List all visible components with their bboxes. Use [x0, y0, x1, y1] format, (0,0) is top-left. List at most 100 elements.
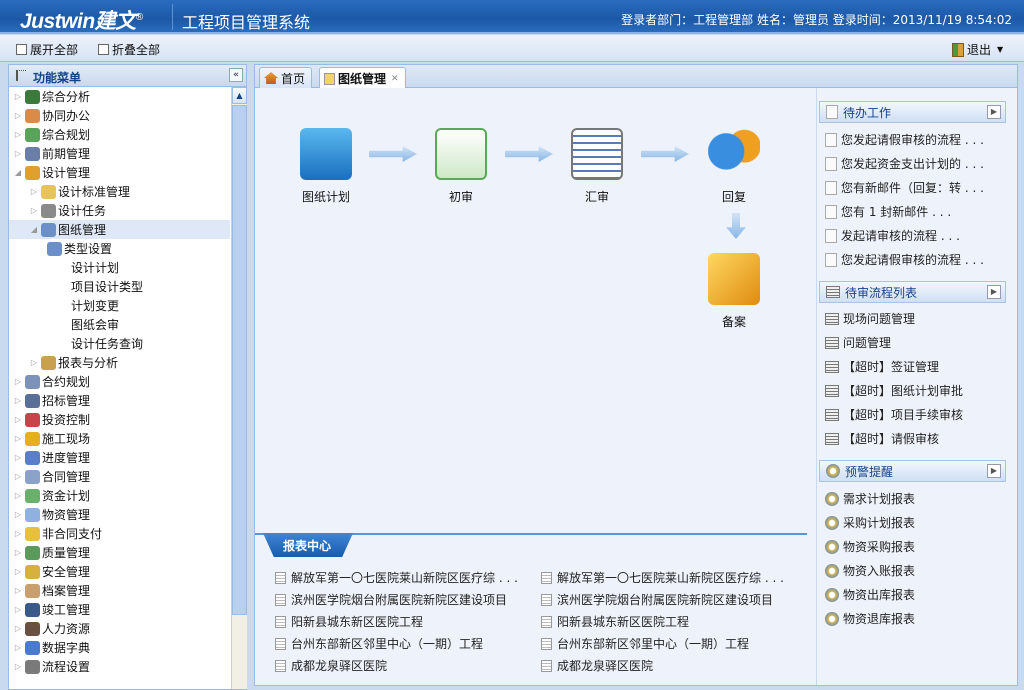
menu-item[interactable]: ▷设计标准管理: [9, 182, 230, 201]
menu-item[interactable]: ▷综合分析: [9, 87, 230, 106]
report-center-tab[interactable]: 报表中心: [263, 533, 353, 557]
menu-item[interactable]: ▷资金计划: [9, 486, 230, 505]
collapse-arrow-icon[interactable]: ◢: [13, 168, 23, 177]
flow-node-drawing-plan[interactable]: 图纸计划: [286, 128, 366, 205]
todo-item[interactable]: 您发起请假审核的流程 . . .: [825, 131, 984, 148]
report-link[interactable]: 阳新县城东新区医院工程: [541, 613, 689, 630]
alerts-item[interactable]: 需求计划报表: [825, 490, 915, 507]
logout-button[interactable]: 退出▼: [952, 41, 1003, 58]
menu-item[interactable]: 项目设计类型: [9, 277, 230, 296]
menu-item[interactable]: ▷档案管理: [9, 581, 230, 600]
todo-item[interactable]: 您发起资金支出计划的 . . .: [825, 155, 984, 172]
menu-item[interactable]: ▷报表与分析: [9, 353, 230, 372]
todo-item[interactable]: 您发起请假审核的流程 . . .: [825, 251, 984, 268]
alerts-item[interactable]: 采购计划报表: [825, 514, 915, 531]
report-link[interactable]: 成都龙泉驿区医院: [275, 657, 387, 674]
menu-item[interactable]: 计划变更: [9, 296, 230, 315]
expand-arrow-icon[interactable]: ▷: [13, 643, 23, 652]
tree-scrollbar[interactable]: ▲: [231, 87, 247, 689]
pending-item[interactable]: 【超时】图纸计划审批: [825, 382, 963, 399]
collapse-panel-button[interactable]: «: [229, 68, 243, 82]
menu-item[interactable]: 图纸会审: [9, 315, 230, 334]
menu-item[interactable]: ▷前期管理: [9, 144, 230, 163]
alerts-item[interactable]: 物资入账报表: [825, 562, 915, 579]
expand-arrow-icon[interactable]: ▷: [13, 377, 23, 386]
menu-item[interactable]: ▷合同管理: [9, 467, 230, 486]
expand-arrow-icon[interactable]: ▷: [13, 92, 23, 101]
report-link[interactable]: 解放军第一〇七医院莱山新院区医疗综 . . .: [275, 569, 518, 586]
expand-arrow-icon[interactable]: ▷: [13, 396, 23, 405]
expand-arrow-icon[interactable]: ▷: [29, 206, 39, 215]
expand-arrow-icon[interactable]: ▷: [13, 510, 23, 519]
todo-item[interactable]: 发起请审核的流程 . . .: [825, 227, 960, 244]
pending-header[interactable]: 待审流程列表▶: [819, 281, 1006, 303]
expand-all-button[interactable]: 展开全部: [16, 41, 78, 58]
expand-arrow-icon[interactable]: ▷: [29, 187, 39, 196]
report-link[interactable]: 解放军第一〇七医院莱山新院区医疗综 . . .: [541, 569, 784, 586]
expand-arrow-icon[interactable]: ▷: [13, 491, 23, 500]
menu-item[interactable]: ▷综合规划: [9, 125, 230, 144]
menu-item[interactable]: ▷流程设置: [9, 657, 230, 676]
menu-item[interactable]: 类型设置: [9, 239, 230, 258]
menu-item[interactable]: ▷协同办公: [9, 106, 230, 125]
collapse-arrow-icon[interactable]: ◢: [29, 225, 39, 234]
expand-arrow-icon[interactable]: ▷: [13, 662, 23, 671]
menu-item[interactable]: ▷安全管理: [9, 562, 230, 581]
expand-arrow-icon[interactable]: ▷: [13, 434, 23, 443]
flow-node-initial-review[interactable]: 初审: [421, 128, 501, 205]
expand-arrow-icon[interactable]: ▷: [13, 149, 23, 158]
tab-drawing-management[interactable]: 图纸管理✕: [319, 67, 406, 89]
more-arrow-icon[interactable]: ▶: [987, 285, 1001, 299]
todo-item[interactable]: 您有新邮件（回复：转 . . .: [825, 179, 984, 196]
expand-arrow-icon[interactable]: ▷: [13, 111, 23, 120]
expand-arrow-icon[interactable]: ▷: [13, 548, 23, 557]
alerts-item[interactable]: 物资出库报表: [825, 586, 915, 603]
expand-arrow-icon[interactable]: ▷: [13, 624, 23, 633]
menu-item[interactable]: ▷物资管理: [9, 505, 230, 524]
menu-item[interactable]: ◢设计管理: [9, 163, 230, 182]
expand-arrow-icon[interactable]: ▷: [13, 529, 23, 538]
menu-item[interactable]: ▷投资控制: [9, 410, 230, 429]
report-link[interactable]: 滨州医学院烟台附属医院新院区建设项目: [275, 591, 507, 608]
more-arrow-icon[interactable]: ▶: [987, 105, 1001, 119]
pending-item[interactable]: 问题管理: [825, 334, 891, 351]
collapse-all-button[interactable]: 折叠全部: [98, 41, 160, 58]
expand-arrow-icon[interactable]: ▷: [13, 567, 23, 576]
flow-node-archive[interactable]: 备案: [694, 253, 774, 330]
expand-arrow-icon[interactable]: ▷: [13, 130, 23, 139]
menu-item[interactable]: ▷设计任务: [9, 201, 230, 220]
pending-item[interactable]: 【超时】项目手续审核: [825, 406, 963, 423]
scroll-thumb[interactable]: [232, 105, 247, 615]
alerts-item[interactable]: 物资采购报表: [825, 538, 915, 555]
todo-item[interactable]: 您有 1 封新邮件 . . .: [825, 203, 951, 220]
expand-arrow-icon[interactable]: ▷: [13, 415, 23, 424]
report-link[interactable]: 台州东部新区邻里中心（一期）工程: [541, 635, 749, 652]
menu-item[interactable]: ▷质量管理: [9, 543, 230, 562]
menu-item[interactable]: ▷招标管理: [9, 391, 230, 410]
menu-item[interactable]: ▷合约规划: [9, 372, 230, 391]
alerts-item[interactable]: 物资退库报表: [825, 610, 915, 627]
flow-node-joint-review[interactable]: 汇审: [557, 128, 637, 205]
report-link[interactable]: 台州东部新区邻里中心（一期）工程: [275, 635, 483, 652]
pending-item[interactable]: 【超时】签证管理: [825, 358, 939, 375]
tab-home[interactable]: 首页: [259, 67, 312, 88]
expand-arrow-icon[interactable]: ▷: [29, 358, 39, 367]
menu-item[interactable]: ▷数据字典: [9, 638, 230, 657]
close-tab-icon[interactable]: ✕: [391, 74, 399, 84]
pending-item[interactable]: 现场问题管理: [825, 310, 915, 327]
scroll-up-button[interactable]: ▲: [232, 87, 247, 104]
menu-item[interactable]: ▷竣工管理: [9, 600, 230, 619]
menu-item[interactable]: ▷人力资源: [9, 619, 230, 638]
menu-item[interactable]: ▷进度管理: [9, 448, 230, 467]
panel-splitter[interactable]: [247, 64, 253, 690]
expand-arrow-icon[interactable]: ▷: [13, 472, 23, 481]
expand-arrow-icon[interactable]: ▷: [13, 605, 23, 614]
flow-node-reply[interactable]: 回复: [694, 128, 774, 205]
todo-header[interactable]: 待办工作▶: [819, 101, 1006, 123]
expand-arrow-icon[interactable]: ▷: [13, 586, 23, 595]
menu-item[interactable]: 设计计划: [9, 258, 230, 277]
menu-item[interactable]: ◢图纸管理: [9, 220, 230, 239]
pending-item[interactable]: 【超时】请假审核: [825, 430, 939, 447]
report-link[interactable]: 滨州医学院烟台附属医院新院区建设项目: [541, 591, 773, 608]
report-link[interactable]: 阳新县城东新区医院工程: [275, 613, 423, 630]
